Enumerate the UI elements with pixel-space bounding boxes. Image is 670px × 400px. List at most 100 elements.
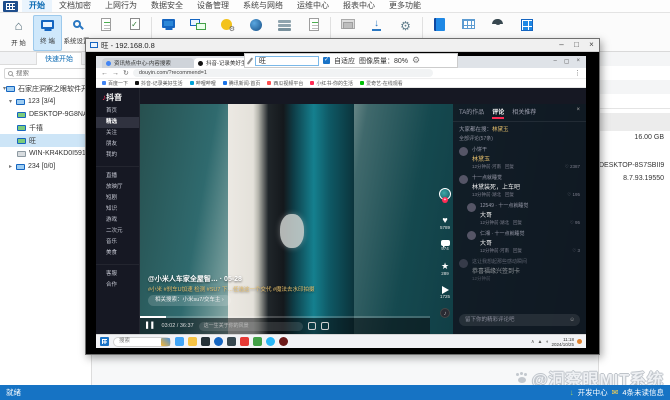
tab-comments[interactable]: 评论: [492, 107, 505, 119]
avatar[interactable]: [459, 259, 468, 268]
nav-live[interactable]: 直播: [96, 171, 139, 182]
windows-start-button[interactable]: [100, 337, 109, 346]
bookmark-item[interactable]: 西瓜视频平台: [267, 80, 303, 87]
tree-search-box[interactable]: [4, 68, 87, 79]
tab-report-center[interactable]: 报表中心: [336, 0, 382, 12]
nav-following[interactable]: 关注: [96, 128, 139, 139]
avatar[interactable]: [467, 203, 476, 212]
nav-featured[interactable]: 精选: [96, 117, 139, 128]
clear-screen-icon[interactable]: [307, 322, 316, 330]
close-panel-icon[interactable]: ×: [576, 107, 580, 119]
terminal-name-field[interactable]: 旺: [255, 55, 319, 66]
tree-node-desktop-9g8nab0[interactable]: DESKTOP-9G8NAB0: [0, 108, 91, 121]
terminal-button[interactable]: 终 端: [33, 15, 62, 51]
tab-doc-encrypt[interactable]: 文档加密: [52, 0, 98, 12]
author-avatar[interactable]: +: [437, 188, 453, 203]
taskbar-app-chat[interactable]: [266, 337, 275, 346]
fullscreen-icon[interactable]: [320, 322, 329, 330]
tab-quick-start[interactable]: 快速开始: [36, 52, 82, 65]
session-settings-icon[interactable]: ⚙: [412, 55, 420, 66]
like-button[interactable]: ♥ 5789: [437, 216, 453, 231]
taskbar-search[interactable]: 搜索: [113, 336, 171, 347]
taskbar-app-music[interactable]: [279, 337, 288, 346]
pin-icon[interactable]: [246, 56, 254, 65]
danmaku-input[interactable]: 这一生关于你的风景: [198, 321, 303, 331]
bookmark-item[interactable]: 小红书-你的生活: [310, 80, 353, 87]
tree-search-input[interactable]: [16, 70, 76, 77]
address-bar[interactable]: douyin.com/?recommend=1: [132, 69, 433, 77]
taskbar-app-media[interactable]: [240, 337, 249, 346]
tab-data-security[interactable]: 数据安全: [144, 0, 190, 12]
favorite-button[interactable]: ★ 289: [437, 262, 453, 277]
comment-button[interactable]: 974: [437, 239, 453, 251]
tree-group-123[interactable]: ▾ 123 [3/4]: [0, 95, 91, 108]
tree-root-company[interactable]: ▾ 石家庄洞察之眼软件开发有限…: [0, 82, 91, 95]
nav-food[interactable]: 美食: [96, 248, 139, 259]
tab-ops-center[interactable]: 运维中心: [290, 0, 336, 12]
system-tray[interactable]: ∧ ▲ ◖ 11:18 2024/10/25: [531, 337, 582, 347]
nav-anime[interactable]: 二次元: [96, 226, 139, 237]
taskbar-app-browser[interactable]: [214, 337, 223, 346]
tab-system-network[interactable]: 系统与网络: [236, 0, 290, 12]
forward-icon[interactable]: →: [112, 70, 119, 77]
bookmark-item[interactable]: 腾讯新闻·首页: [222, 80, 260, 87]
nav-game[interactable]: 游戏: [96, 215, 139, 226]
nav-music[interactable]: 音乐: [96, 237, 139, 248]
pause-icon[interactable]: ▌▌: [146, 323, 157, 329]
tree-group-234[interactable]: ▸ 234 [0/0]: [0, 160, 91, 173]
app-menu-button[interactable]: [3, 1, 18, 12]
tab-more-features[interactable]: 更多功能: [382, 0, 428, 12]
profile-menu-icon[interactable]: ⋮: [574, 69, 581, 77]
share-button[interactable]: 1725: [437, 285, 453, 299]
comment-reply-item[interactable]: 12549 · 十一点就睡觉 大哥 12分钟前·湖北 回复 ♡ 95: [453, 200, 586, 228]
bookmark-item[interactable]: 抖音-记录美好生活: [135, 80, 183, 87]
follow-plus-icon[interactable]: +: [442, 197, 448, 203]
close-button[interactable]: ×: [584, 39, 599, 51]
tree-node-qianxi[interactable]: 千禧: [0, 121, 91, 134]
related-search-pill[interactable]: 相关搜索：小米su7/交车主 ›: [148, 295, 231, 306]
hot-search-row[interactable]: 大家都在搜：林黛玉: [453, 122, 586, 134]
nav-cooperation[interactable]: 合作: [96, 280, 139, 291]
chrome-window-controls[interactable]: – ▢ ×: [553, 58, 586, 68]
nav-cinema[interactable]: 放映厅: [96, 182, 139, 193]
avatar[interactable]: [459, 175, 468, 184]
bookmark-item[interactable]: 哔哩哔哩: [189, 80, 216, 87]
tree-node-win-kr4kd0i5913[interactable]: WIN-KR4KD0I5913: [0, 147, 91, 160]
dev-center-link[interactable]: 开发中心: [578, 387, 608, 398]
fit-checkbox[interactable]: ✓: [323, 57, 330, 64]
taskbar-app-studio[interactable]: [227, 337, 236, 346]
video-hashtags[interactable]: #小米 #刹车U加速 检测 #SU7 下…任选这一个交代 #魔法去水印拍摄: [148, 285, 398, 293]
reload-icon[interactable]: ↻: [123, 69, 129, 77]
taskbar-app-terminal[interactable]: [201, 337, 210, 346]
bookmark-item[interactable]: 百度一下: [102, 80, 128, 87]
maximize-button[interactable]: □: [569, 39, 584, 51]
remote-window-titlebar[interactable]: 旺 - 192.168.0.8 – □ ×: [86, 39, 599, 52]
home-button[interactable]: ⌂ 开 始: [4, 15, 33, 51]
nav-drama[interactable]: 短剧: [96, 193, 139, 204]
nav-support[interactable]: 客服: [96, 269, 139, 280]
comment-reply-item[interactable]: 仁湘 · 十一点就睡觉 大哥 12分钟前·河南 回复 ♡ 3: [453, 228, 586, 256]
tab-device-mgmt[interactable]: 设备管理: [190, 0, 236, 12]
notification-badge[interactable]: [577, 339, 582, 344]
taskbar-app-sheets[interactable]: [253, 337, 262, 346]
bookmark-item[interactable]: 爱奇艺-在线观看: [360, 80, 403, 87]
taskbar-clock[interactable]: 11:18 2024/10/25: [551, 337, 574, 347]
avatar[interactable]: [467, 231, 476, 240]
comment-item[interactable]: 这让我想起那些感动瞬间 恭喜福缘兴签到卡 12分钟前: [453, 256, 586, 284]
nav-home[interactable]: 首页: [96, 106, 139, 117]
taskbar-app-edge[interactable]: [175, 337, 184, 346]
taskbar-app-explorer[interactable]: [188, 337, 197, 346]
back-icon[interactable]: ←: [101, 70, 108, 77]
quality-label[interactable]: 图像质量：80%: [359, 56, 408, 66]
minimize-button[interactable]: –: [554, 39, 569, 51]
tree-node-wang-selected[interactable]: 旺: [0, 134, 91, 147]
nav-mine[interactable]: 我的: [96, 150, 139, 161]
comment-item[interactable]: 十一点就睡觉 林黛装死，上车吧 13分钟前·湖北 回复 ♡ 195: [453, 172, 586, 200]
comment-input[interactable]: 留下你的精彩评论吧 ☺: [459, 314, 580, 326]
nav-knowledge[interactable]: 知识: [96, 204, 139, 215]
tab-home[interactable]: 开始: [22, 0, 52, 12]
tab-web-behavior[interactable]: 上网行为: [98, 0, 144, 12]
emoji-icon[interactable]: ☺: [569, 314, 580, 326]
chrome-tab-1[interactable]: 资讯热点中心-内容搜索: [102, 58, 194, 68]
comment-item[interactable]: 小饼干 林黛玉 12分钟前·河南 回复 ♡ 2387: [453, 144, 586, 172]
